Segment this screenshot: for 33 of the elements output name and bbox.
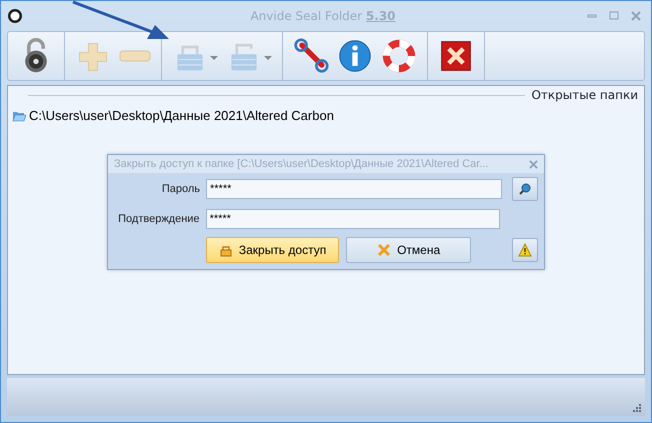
- warning-icon: [518, 243, 532, 257]
- wrench-icon: [293, 38, 329, 74]
- maximize-icon: [609, 11, 619, 21]
- folder-path: C:\Users\user\Desktop\Данные 2021\Altered Carbon: [29, 108, 334, 123]
- close-icon: [438, 38, 474, 74]
- lifebuoy-icon: [381, 38, 417, 74]
- minimize-icon: [587, 14, 597, 18]
- info-icon: [337, 38, 373, 74]
- magnifier-icon: [518, 182, 532, 196]
- field-label: Пароль: [160, 183, 200, 195]
- settings-button[interactable]: [293, 38, 329, 74]
- warning-button[interactable]: [512, 238, 538, 262]
- caret-icon: [264, 56, 272, 60]
- caret-icon: [210, 56, 218, 60]
- minus-icon: [119, 50, 151, 62]
- help-button[interactable]: [381, 38, 417, 74]
- exit-button[interactable]: [438, 38, 474, 74]
- folder-icon: [12, 110, 26, 122]
- close-icon[interactable]: [529, 160, 538, 168]
- info-button[interactable]: [337, 38, 373, 74]
- lock-button[interactable]: Закрыть доступ: [206, 237, 340, 263]
- password-field[interactable]: *****: [206, 209, 500, 229]
- password-field[interactable]: *****: [206, 179, 502, 199]
- app-icon: [7, 8, 23, 24]
- cancel-button[interactable]: Отмена: [346, 237, 472, 263]
- cross-icon: [377, 243, 392, 257]
- show-password-button[interactable]: [512, 177, 538, 201]
- panel-title: Открытые папки: [531, 88, 638, 102]
- dialog-title: Закрыть доступ к папке [C:\Users\user\Desktop\Данные 2021\Altered Car...: [114, 158, 488, 170]
- field-label: Подтверждение: [117, 213, 200, 225]
- close-icon: [631, 11, 641, 21]
- folder-item[interactable]: C:\Users\user\Desktop\Данные 2021\Altered Carbon: [8, 104, 338, 127]
- resize-grip-icon: [633, 404, 641, 412]
